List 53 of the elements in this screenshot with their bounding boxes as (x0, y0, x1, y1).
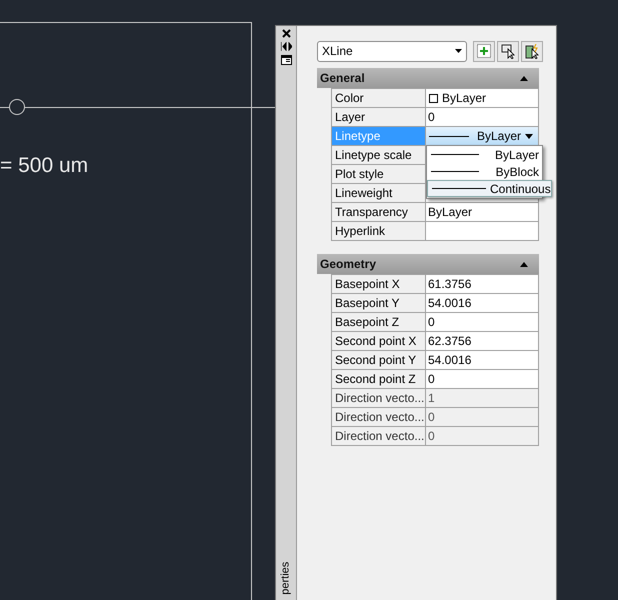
close-icon[interactable] (282, 29, 290, 38)
property-value: 0 (428, 428, 435, 445)
linetype-sample-icon (431, 170, 479, 173)
pointer-icon (500, 44, 516, 58)
property-field[interactable]: 61.3756 (426, 275, 538, 293)
caret-icon (455, 49, 462, 53)
lightning-pointer-icon (524, 44, 540, 58)
linetype-sample-icon (429, 134, 469, 138)
section-header[interactable]: General (317, 68, 539, 88)
property-value: 54.0016 (428, 352, 472, 369)
property-field[interactable]: ByLayer (426, 203, 538, 221)
palette-title: perties (278, 561, 293, 594)
collapse-icon[interactable] (520, 262, 528, 266)
dimension-text: = 500 um (0, 153, 88, 179)
section-title: Geometry (320, 256, 376, 273)
property-field[interactable]: 54.0016 (426, 294, 538, 312)
linetype-sample-icon (432, 187, 486, 190)
property-value: ByLayer (477, 128, 522, 145)
property-field[interactable] (426, 222, 538, 240)
select-objects-button[interactable] (497, 40, 519, 62)
property-value: ByLayer (442, 90, 486, 107)
linetype-sample-icon (431, 153, 479, 156)
property-value: 0 (428, 409, 435, 426)
property-value: 1 (428, 390, 435, 407)
property-value: 54.0016 (428, 295, 472, 312)
property-field[interactable]: 0 (426, 370, 538, 388)
property-value: 62.3756 (428, 333, 472, 350)
property-value: 0 (428, 314, 435, 331)
property-value: 0 (428, 371, 435, 388)
plus-square-icon (477, 44, 491, 58)
property-field[interactable]: ByLayer (426, 89, 538, 107)
color-swatch (429, 94, 438, 102)
property-field[interactable]: 0 (426, 313, 538, 331)
collapse-icon[interactable] (520, 76, 528, 80)
quick-select-button[interactable] (521, 40, 543, 62)
section-header[interactable]: Geometry (317, 254, 539, 274)
property-field[interactable]: ByLayer (426, 127, 538, 145)
panel-icon[interactable] (280, 55, 292, 65)
property-value: 0 (428, 109, 435, 126)
add-selection-button[interactable] (473, 40, 495, 62)
linetype-option[interactable]: ByLayer (427, 146, 542, 163)
arrows-icon[interactable] (280, 42, 292, 51)
object-type-dropdown[interactable]: XLine (317, 40, 467, 62)
section-title: General (320, 70, 365, 87)
property-field[interactable]: 62.3756 (426, 332, 538, 350)
property-label[interactable]: Transparency (332, 203, 426, 221)
linetype-option[interactable]: ByBlock (427, 163, 542, 180)
property-value: 61.3756 (428, 276, 472, 293)
property-value: ByLayer (428, 204, 472, 221)
property-field[interactable]: 54.0016 (426, 351, 538, 369)
linetype-option[interactable]: Continuous (427, 180, 552, 197)
property-field[interactable]: 0 (426, 108, 538, 126)
caret-icon[interactable] (525, 134, 534, 138)
